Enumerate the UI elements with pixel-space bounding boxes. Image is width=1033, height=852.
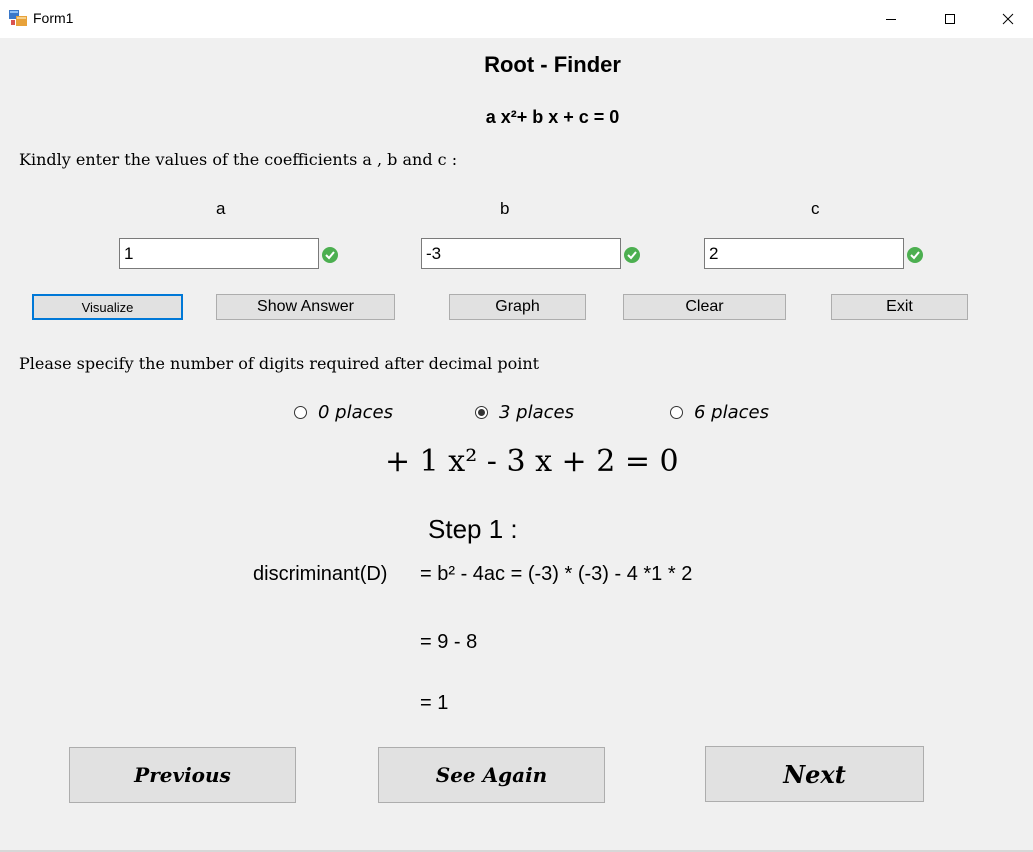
general-equation: a x²+ b x + c = 0 <box>485 107 620 127</box>
close-icon <box>1002 13 1014 25</box>
coefficient-c-label: c <box>811 199 820 218</box>
app-icon <box>9 10 27 26</box>
step-line-2: = 9 - 8 <box>420 631 478 653</box>
close-button[interactable] <box>985 0 1031 38</box>
discriminant-term: discriminant(D) <box>253 563 388 585</box>
radio-circle[interactable] <box>294 406 307 419</box>
step-title: Step 1 : <box>428 514 518 544</box>
coefficient-a-label: a <box>216 199 226 218</box>
clear-button[interactable]: Clear <box>623 294 786 320</box>
coefficient-a-input[interactable] <box>119 238 319 269</box>
radio-3-places[interactable]: 3 places <box>475 402 574 423</box>
coefficients-prompt: Kindly enter the values of the coefficie… <box>19 150 458 169</box>
coefficient-b-input[interactable] <box>421 238 621 269</box>
show-answer-button[interactable]: Show Answer <box>216 294 395 320</box>
exit-button[interactable]: Exit <box>831 294 968 320</box>
page-title: Root - Finder <box>484 52 621 77</box>
graph-button[interactable]: Graph <box>449 294 586 320</box>
radio-0-places[interactable]: 0 places <box>294 402 393 423</box>
radio-6-places[interactable]: 6 places <box>670 402 769 423</box>
minimize-icon <box>886 19 896 20</box>
display-equation: + 1 x² - 3 x + 2 = 0 <box>385 444 679 479</box>
minimize-button[interactable] <box>868 0 914 38</box>
radio-label: 0 places <box>318 402 393 423</box>
step-line-1: = b² - 4ac = (-3) * (-3) - 4 *1 * 2 <box>420 563 693 585</box>
check-icon <box>907 247 923 263</box>
check-icon <box>624 247 640 263</box>
previous-button[interactable]: Previous <box>69 747 296 803</box>
step-line-3: = 1 <box>420 692 449 714</box>
window-title: Form1 <box>33 10 74 26</box>
coefficient-b-label: b <box>500 199 510 218</box>
next-button[interactable]: Next <box>705 746 924 802</box>
coefficient-c-input[interactable] <box>704 238 904 269</box>
radio-circle[interactable] <box>670 406 683 419</box>
maximize-button[interactable] <box>927 0 973 38</box>
check-icon <box>322 247 338 263</box>
see-again-button[interactable]: See Again <box>378 747 605 803</box>
visualize-button[interactable]: Visualize <box>32 294 183 320</box>
radio-label: 6 places <box>694 402 769 423</box>
radio-circle-checked[interactable] <box>475 406 488 419</box>
decimal-prompt: Please specify the number of digits requ… <box>19 354 540 373</box>
radio-label: 3 places <box>499 402 574 423</box>
maximize-icon <box>945 14 955 24</box>
